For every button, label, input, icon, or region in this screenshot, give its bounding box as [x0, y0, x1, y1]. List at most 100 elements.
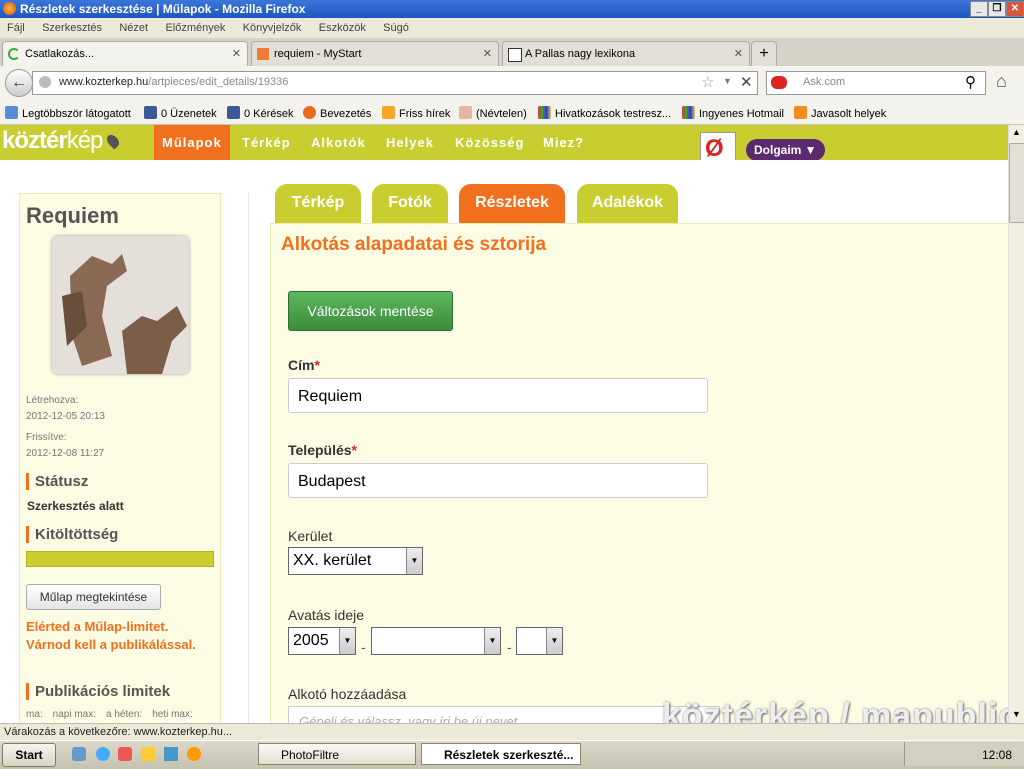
- bookmark-suggested[interactable]: Javasolt helyek: [794, 106, 886, 120]
- bookmark-unnamed[interactable]: (Névtelen): [459, 106, 527, 120]
- new-tab-button[interactable]: +: [751, 41, 777, 66]
- close-tab-icon[interactable]: ✕: [734, 42, 743, 66]
- menu-history[interactable]: Előzmények: [165, 22, 225, 34]
- scroll-down-icon[interactable]: ▼: [1012, 709, 1021, 719]
- status-bar: Várakozás a következőre: www.kozterkep.h…: [0, 723, 1024, 741]
- task-firefox[interactable]: Részletek szerkeszté...: [421, 743, 581, 765]
- close-window-button[interactable]: ✕: [1006, 1, 1024, 17]
- menu-view[interactable]: Nézet: [119, 22, 148, 34]
- town-label: Település*: [288, 442, 357, 458]
- picture-icon[interactable]: [141, 747, 155, 761]
- bookmark-most-visited[interactable]: Legtöbbször látogatott: [5, 106, 131, 120]
- date-separator: -: [361, 639, 366, 655]
- limit-message: Elérted a Műlap-limitet. Várnod kell a p…: [26, 619, 196, 652]
- search-input[interactable]: Ask.com: [803, 76, 845, 88]
- nav-miez[interactable]: Miez?: [543, 125, 584, 160]
- minimize-button[interactable]: _: [970, 1, 988, 17]
- completion-progress-bar: [26, 551, 214, 567]
- address-bar[interactable]: www.kozterkep.hu/artpieces/edit_details/…: [32, 71, 758, 95]
- inauguration-year-select[interactable]: 2005 ▼: [288, 627, 356, 655]
- district-label: Kerület: [288, 528, 333, 544]
- bookmarks-bar: Legtöbbször látogatott 0 Üzenetek 0 Kéré…: [0, 100, 1024, 125]
- section-heading: Alkotás alapadatai és sztorija: [281, 234, 547, 255]
- menu-edit[interactable]: Szerkesztés: [42, 22, 102, 34]
- view-artwork-button[interactable]: Műlap megtekintése: [26, 584, 161, 610]
- firefox-icon[interactable]: [187, 747, 201, 761]
- firefox-icon: [303, 106, 316, 119]
- tab-pallas[interactable]: A Pallas nagy lexikona ✕: [502, 41, 750, 66]
- completion-heading: Kitöltöttség: [26, 526, 118, 543]
- navigation-bar: ← www.kozterkep.hu/artpieces/edit_detail…: [0, 66, 1024, 100]
- creator-label: Alkotó hozzáadása: [288, 686, 407, 702]
- maximize-button[interactable]: ❐: [988, 1, 1006, 17]
- bookmark-news[interactable]: Friss hírek: [382, 106, 450, 120]
- close-tab-icon[interactable]: ✕: [483, 42, 492, 66]
- created-label: Létrehozva:: [26, 395, 79, 406]
- updated-label: Frissítve:: [26, 432, 67, 443]
- nav-kozosseg[interactable]: Közösség: [455, 125, 524, 160]
- save-changes-button[interactable]: Változások mentése: [288, 291, 453, 331]
- app-icon[interactable]: [164, 747, 178, 761]
- close-tab-icon[interactable]: ✕: [232, 42, 241, 66]
- menu-bar: Fájl Szerkesztés Nézet Előzmények Könyvj…: [0, 18, 1024, 38]
- title-input[interactable]: Requiem: [288, 378, 708, 413]
- site-logo[interactable]: köztérkép: [2, 127, 122, 155]
- search-icon[interactable]: ⚲: [965, 73, 976, 91]
- tab-fotok[interactable]: Fotók: [372, 184, 448, 223]
- inauguration-day-select[interactable]: ▼: [516, 627, 563, 655]
- tab-reszletek[interactable]: Részletek: [459, 184, 565, 223]
- home-icon[interactable]: ⌂: [996, 71, 1007, 92]
- chevron-down-icon: ▼: [339, 628, 355, 654]
- back-button[interactable]: ←: [5, 69, 33, 97]
- nav-terkep[interactable]: Térkép: [242, 125, 291, 160]
- bookmark-icon: [459, 106, 472, 119]
- inauguration-month-select[interactable]: ▼: [371, 627, 501, 655]
- bookmark-intro[interactable]: Bevezetés: [303, 106, 371, 120]
- search-bar[interactable]: Ask.com ⚲: [766, 71, 986, 95]
- tab-loading[interactable]: Csatlakozás... ✕: [2, 41, 248, 66]
- menu-tools[interactable]: Eszközök: [319, 22, 366, 34]
- inauguration-label: Avatás ideje: [288, 607, 365, 623]
- nav-helyek[interactable]: Helyek: [386, 125, 434, 160]
- menu-bookmarks[interactable]: Könyvjelzők: [243, 22, 302, 34]
- bookmark-links[interactable]: Hivatkozások testresz...: [538, 106, 671, 120]
- mystart-icon: [257, 48, 269, 60]
- artwork-thumbnail[interactable]: [52, 236, 189, 374]
- publication-limits-heading: Publikációs limitek: [26, 683, 170, 700]
- bookmark-icon: [794, 106, 807, 119]
- chevron-down-icon: ▼: [546, 628, 562, 654]
- title-label: Cím*: [288, 357, 320, 373]
- updated-date: 2012-12-08 11:27: [26, 448, 105, 459]
- user-menu-button[interactable]: Dolgaim ▼: [746, 139, 825, 161]
- dropdown-arrow-icon[interactable]: ▼: [723, 76, 732, 86]
- tab-terkep[interactable]: Térkép: [275, 184, 361, 223]
- star-icon[interactable]: ☆: [701, 73, 714, 91]
- ie-icon[interactable]: [96, 747, 110, 761]
- start-button[interactable]: Start: [2, 743, 56, 767]
- quicklaunch-icon[interactable]: [72, 747, 86, 761]
- created-date: 2012-12-05 20:13: [26, 411, 105, 422]
- menu-help[interactable]: Súgó: [383, 22, 409, 34]
- scrollbar-thumb[interactable]: [1009, 143, 1024, 223]
- task-photofiltre[interactable]: PhotoFiltre: [258, 743, 416, 765]
- tab-mystart[interactable]: requiem - MyStart ✕: [251, 41, 499, 66]
- menu-file[interactable]: Fájl: [7, 22, 25, 34]
- scroll-up-icon[interactable]: ▲: [1012, 127, 1021, 137]
- status-text: Várakozás a következőre: www.kozterkep.h…: [4, 726, 233, 738]
- globe-icon: [39, 76, 51, 88]
- nav-mulapok[interactable]: Műlapok: [154, 125, 230, 160]
- windows-icon: [682, 106, 695, 119]
- bookmark-hotmail[interactable]: Ingyenes Hotmail: [682, 106, 784, 120]
- url-path: /artpieces/edit_details/19336: [148, 76, 289, 88]
- tab-adalekok[interactable]: Adalékok: [577, 184, 678, 223]
- chevron-down-icon: ▼: [406, 548, 422, 574]
- mail-icon[interactable]: [118, 747, 132, 761]
- firefox-icon: [3, 2, 16, 15]
- bookmark-requests[interactable]: 0 Kérések: [227, 106, 294, 120]
- town-input[interactable]: Budapest: [288, 463, 708, 498]
- url-domain: www.kozterkep.hu: [59, 76, 149, 88]
- stop-icon[interactable]: ✕: [740, 73, 753, 91]
- nav-alkotok[interactable]: Alkotók: [311, 125, 366, 160]
- bookmark-messages[interactable]: 0 Üzenetek: [144, 106, 217, 120]
- district-select[interactable]: XX. kerület ▼: [288, 547, 423, 575]
